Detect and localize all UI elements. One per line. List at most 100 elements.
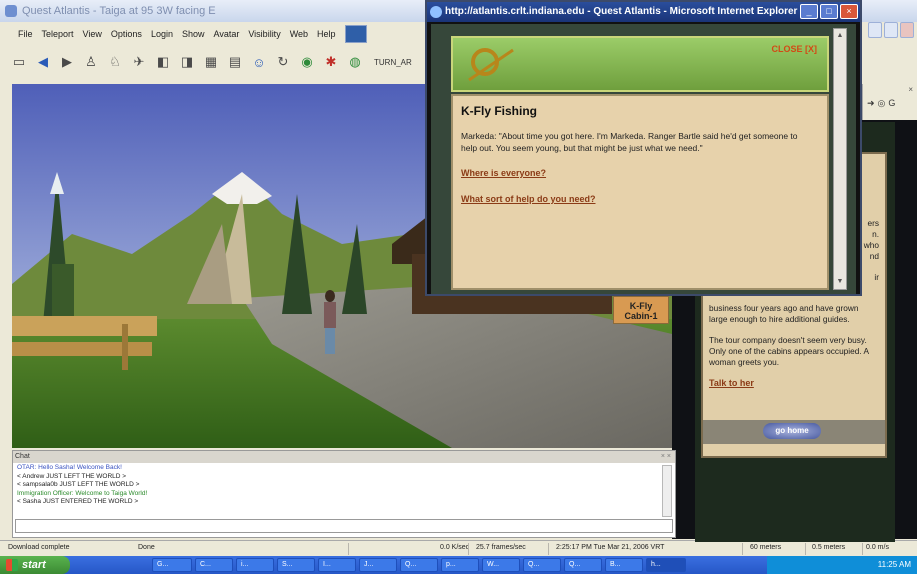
chat-close-icon[interactable]: × × — [661, 451, 671, 463]
menu-view[interactable]: View — [83, 29, 102, 39]
ie-icon — [430, 6, 442, 18]
taskbar-item[interactable]: G... — [152, 558, 192, 572]
fly-icon[interactable]: ✈ — [130, 53, 148, 71]
status-divider — [348, 543, 349, 555]
chat-title: Chat — [15, 453, 30, 460]
quest-banner: CLOSE [X] — [451, 36, 829, 92]
world-icon[interactable]: ◍ — [346, 53, 364, 71]
nav-refresh-icon[interactable]: ◎ — [878, 98, 886, 109]
menu-options[interactable]: Options — [111, 29, 142, 39]
ie-maximize-button[interactable]: □ — [820, 4, 838, 19]
walk-icon[interactable]: ♙ — [82, 53, 100, 71]
talk-to-her-link[interactable]: Talk to her — [709, 378, 879, 388]
status-bar: Download complete Done 0.0 K/sec 25.7 fr… — [0, 540, 917, 556]
menu-avatar[interactable]: Avatar — [213, 29, 239, 39]
ie-minimize-button[interactable]: _ — [800, 4, 818, 19]
chat-header: Chat × × — [13, 451, 675, 463]
quest-emblem-icon — [468, 48, 514, 82]
taskbar-item[interactable]: Q... — [564, 558, 602, 572]
menu-show[interactable]: Show — [182, 29, 205, 39]
desktop: Quest Atlantis - Taiga at 95 3W facing E… — [0, 0, 917, 574]
what-help-link[interactable]: What sort of help do you need? — [461, 194, 819, 204]
ie-title: http://atlantis.crlt.indiana.edu - Quest… — [445, 6, 798, 17]
bg-window-controls — [868, 22, 914, 38]
go-home-bar: go home — [703, 420, 885, 444]
maximize-button[interactable] — [884, 22, 898, 38]
taskbar-item[interactable]: i... — [236, 558, 274, 572]
taskbar-item[interactable]: p... — [441, 558, 479, 572]
chat-line: < sampsala0b JUST LEFT THE WORLD > — [17, 481, 140, 488]
nav-close-icon[interactable]: × — [908, 85, 913, 94]
view-icon[interactable]: ◨ — [178, 53, 196, 71]
taskbar-item[interactable]: I... — [318, 558, 356, 572]
ie-titlebar[interactable]: http://atlantis.crlt.indiana.edu - Quest… — [427, 2, 860, 22]
ie-close-button[interactable]: × — [840, 4, 858, 19]
qa-logo-icon[interactable] — [344, 25, 367, 43]
nav-go-icon[interactable]: G — [888, 98, 895, 109]
taskbar: start G... C... i... S... I... J... Q...… — [0, 556, 917, 574]
status-dist1: 60 meters — [750, 544, 782, 551]
back-arrow-icon[interactable]: ◀ — [34, 53, 52, 71]
taskbar-item[interactable]: J... — [359, 558, 397, 572]
minimize-button[interactable] — [868, 22, 882, 38]
run-icon[interactable]: ♘ — [106, 53, 124, 71]
chat-panel: Chat × × OTAR: Hello Sasha! Welcome Back… — [12, 450, 676, 538]
scroll-down-icon[interactable]: ▼ — [835, 277, 845, 287]
taskbar-item[interactable]: Q... — [523, 558, 561, 572]
windows-logo-icon — [6, 559, 18, 571]
taskbar-item[interactable]: C... — [195, 558, 233, 572]
status-rate: 0.0 K/sec — [440, 544, 470, 551]
status-speed: 0.0 m/s — [866, 544, 889, 551]
folder-icon[interactable]: ▭ — [10, 53, 28, 71]
gesture-icon[interactable]: ✱ — [322, 53, 340, 71]
panel-paragraph: The tour company doesn't seem very busy.… — [709, 335, 869, 367]
chat-log: OTAR: Hello Sasha! Welcome Back! < Andre… — [13, 463, 675, 508]
close-button[interactable] — [900, 22, 914, 38]
camera-icon[interactable]: ◧ — [154, 53, 172, 71]
status-clock: 2:25:17 PM Tue Mar 21, 2006 VRT — [556, 544, 665, 551]
turn-label: TURN_AR — [374, 57, 412, 67]
taskbar-item[interactable]: W... — [482, 558, 520, 572]
ie-scrollbar[interactable]: ▲ ▼ — [833, 28, 847, 290]
taskbar-item[interactable]: Q... — [400, 558, 438, 572]
menu-visibility[interactable]: Visibility — [248, 29, 280, 39]
status-done: Done — [138, 544, 155, 551]
ie-popup-window: http://atlantis.crlt.indiana.edu - Quest… — [425, 0, 862, 296]
status-divider — [805, 543, 806, 555]
menu-help[interactable]: Help — [317, 29, 336, 39]
map-icon[interactable]: ▦ — [202, 53, 220, 71]
taskbar-item[interactable]: h... — [646, 558, 686, 572]
nav-row: ➜ ◎ G — [867, 98, 895, 109]
where-is-everyone-link[interactable]: Where is everyone? — [461, 168, 819, 178]
chat-line: < Andrew JUST LEFT THE WORLD > — [17, 472, 127, 480]
menu-teleport[interactable]: Teleport — [42, 29, 74, 39]
nav-forward-icon[interactable]: ➜ — [867, 98, 875, 109]
clock[interactable]: 11:25 AM — [878, 560, 911, 569]
system-tray: 11:25 AM — [767, 556, 917, 574]
close-link[interactable]: CLOSE [X] — [771, 44, 817, 54]
cabin-sign: K-Fly Cabin-1 — [613, 296, 669, 324]
menu-login[interactable]: Login — [151, 29, 173, 39]
chat-line: OTAR: Hello Sasha! Welcome Back! — [17, 464, 122, 471]
chat-line: Immigration Officer: Welcome to Taiga Wo… — [17, 489, 148, 497]
go-home-button[interactable]: go home — [763, 423, 821, 439]
ie-window-controls: _ □ × — [800, 4, 858, 19]
start-button[interactable]: start — [0, 556, 70, 574]
chat-input[interactable] — [15, 519, 673, 533]
status-divider — [742, 543, 743, 555]
chat-scrollbar[interactable] — [662, 465, 672, 517]
forward-arrow-icon[interactable]: ▶ — [58, 53, 76, 71]
taskbar-item[interactable]: B... — [605, 558, 643, 572]
globe-icon[interactable]: ◉ — [298, 53, 316, 71]
status-divider — [862, 543, 863, 555]
people-icon[interactable]: ☺ — [250, 53, 268, 71]
menu-web[interactable]: Web — [290, 29, 308, 39]
menu-file[interactable]: File — [18, 29, 33, 39]
scroll-up-icon[interactable]: ▲ — [835, 31, 845, 41]
cabin-sign-top: K-Fly — [629, 301, 653, 311]
taskbar-item[interactable]: S... — [277, 558, 315, 572]
rotate-icon[interactable]: ↻ — [274, 53, 292, 71]
grid-icon[interactable]: ▤ — [226, 53, 244, 71]
dialog-panel: K-Fly Fishing Markeda: "About time you g… — [451, 94, 829, 290]
toolbar: ▭ ◀ ▶ ♙ ♘ ✈ ◧ ◨ ▦ ▤ ☺ ↻ ◉ ✱ ◍ TURN_AR — [0, 47, 440, 77]
